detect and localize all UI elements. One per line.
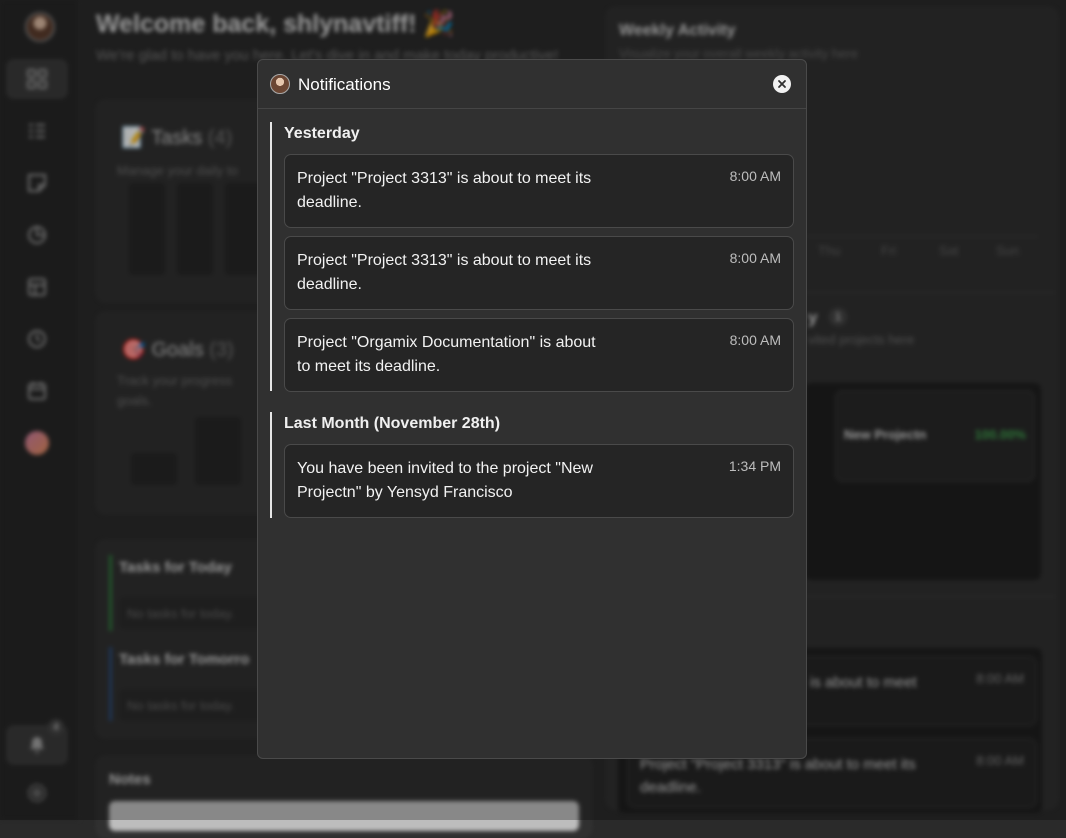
notification-message: Project "Project 3313" is about to meet … <box>297 252 592 293</box>
notification-time: 8:00 AM <box>729 168 781 184</box>
group-divider <box>270 122 272 391</box>
notification-message: Project "Project 3313" is about to meet … <box>297 170 592 211</box>
close-icon <box>778 80 786 88</box>
avatar-icon <box>270 74 290 94</box>
notification-time: 8:00 AM <box>729 250 781 266</box>
notifications-modal: Notifications Yesterday Project "Project… <box>257 59 807 759</box>
notification-item[interactable]: Project "Project 3313" is about to meet … <box>284 154 794 228</box>
notification-message: You have been invited to the project "Ne… <box>297 460 593 501</box>
notification-time: 1:34 PM <box>728 458 781 474</box>
notification-message: Project "Orgamix Documentation" is about… <box>297 334 596 375</box>
notification-item[interactable]: Project "Project 3313" is about to meet … <box>284 236 794 310</box>
group-divider <box>270 412 272 518</box>
group-label-yesterday: Yesterday <box>284 125 360 142</box>
notification-item[interactable]: You have been invited to the project "Ne… <box>284 444 794 518</box>
notification-time: 8:00 AM <box>729 332 781 348</box>
close-button[interactable] <box>773 75 791 93</box>
group-label-last-month: Last Month (November 28th) <box>284 415 501 432</box>
notification-item[interactable]: Project "Orgamix Documentation" is about… <box>284 318 794 392</box>
modal-title: Notifications <box>298 75 391 94</box>
modal-header: Notifications <box>258 60 806 109</box>
